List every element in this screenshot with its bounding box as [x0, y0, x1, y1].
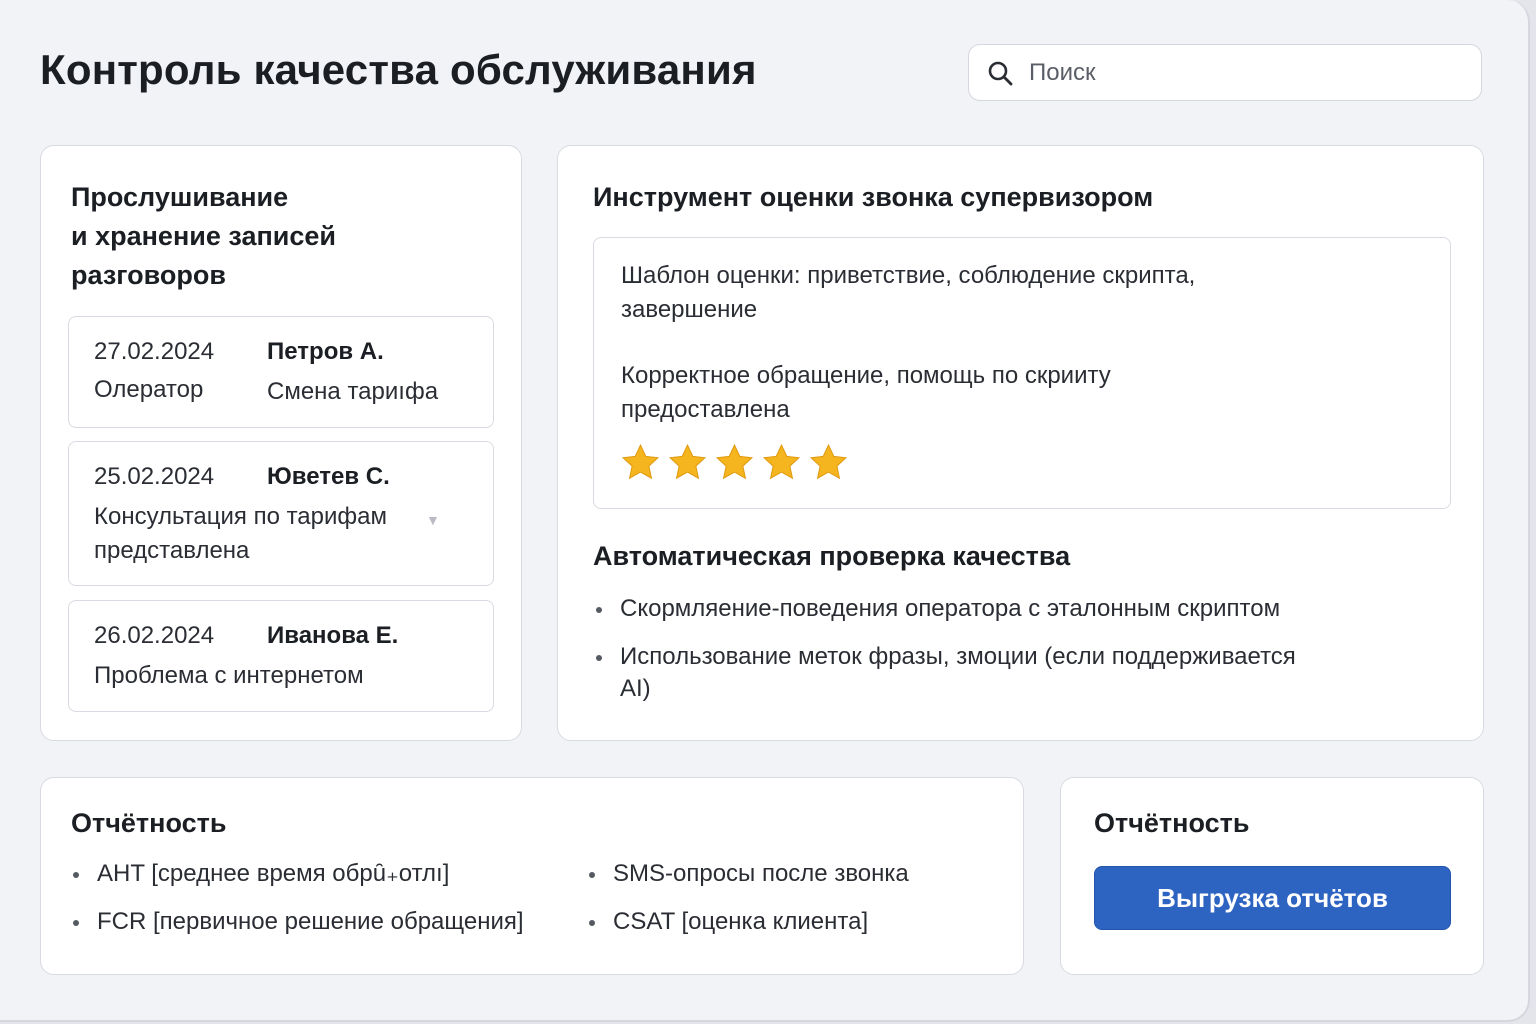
reporting-metrics-left: AHT [среднее время обрȗ₊отлı] FCR [перви… — [71, 858, 591, 938]
reporting-metric: FCR [первичное решение обращения] — [71, 906, 591, 938]
recordings-title-line: Прослушивание — [71, 182, 289, 212]
recording-description-line: Консультация по тарифам — [94, 503, 388, 530]
recording-topic: Смена тариıфа — [267, 378, 439, 405]
recording-description: Олератор — [94, 376, 204, 403]
caret-down-icon: ▼ — [426, 512, 440, 528]
recordings-title: Прослушивание и хранение записей разгово… — [71, 178, 336, 295]
star-icon[interactable] — [761, 442, 802, 483]
recording-operator-name: Петров А. — [267, 338, 384, 365]
recording-description: Консультация по тарифам представлена — [94, 500, 387, 568]
star-icon[interactable] — [667, 442, 708, 483]
search-icon — [988, 61, 1013, 85]
recording-description-line: представлена — [94, 537, 250, 564]
reporting-title: Отчётность — [71, 808, 227, 838]
recording-date: 27.02.2024 — [94, 338, 215, 365]
reporting-card: Отчётность AHT [среднее время обрȗ₊отлı]… — [40, 777, 1024, 975]
auto-check-list: Скормляение-поведения оператора с эталон… — [594, 593, 1414, 705]
reporting-metric: CSAT [оценка клиента] — [587, 906, 1007, 938]
reporting-metrics-right: SMS-опросы после звонка CSAT [оценка кли… — [587, 858, 1007, 938]
recording-operator-name: Юветев С. — [267, 463, 390, 490]
export-title: Отчётность — [1094, 808, 1250, 838]
reporting-metric: SMS-опросы после звонка — [587, 858, 1007, 890]
recording-date: 25.02.2024 — [94, 463, 215, 490]
export-card: Отчётность Выгрузка отчётов — [1060, 777, 1484, 975]
recordings-card: Прослушивание и хранение записей разгово… — [40, 145, 522, 741]
auto-check-title: Автоматическая проверка качества — [593, 541, 1071, 571]
evaluation-form: Шаблон оценки: приветствие, соблюдение с… — [593, 237, 1451, 509]
evaluation-template-line: завершение — [621, 296, 758, 323]
evaluation-comment-line: Корректное обращение, помощь по скрииту — [621, 362, 1111, 389]
star-icon[interactable] — [808, 442, 849, 483]
recording-operator-name: Иванова Е. — [267, 622, 399, 649]
evaluation-comment-line: предоставлена — [621, 396, 790, 423]
evaluation-template-line: Шаблон оценки: приветствие, соблюдение с… — [621, 262, 1196, 289]
recording-description: Проблема с интернетом — [94, 662, 364, 689]
recording-item[interactable]: 26.02.2024 Иванова Е. Проблема с интерне… — [68, 600, 494, 712]
evaluation-card: Инструмент оценки звонка супервизором Ша… — [557, 145, 1484, 741]
recordings-title-line: и хранение записей — [71, 221, 336, 251]
auto-check-item: Скормляение-поведения оператора с эталон… — [594, 593, 1414, 625]
star-icon[interactable] — [714, 442, 755, 483]
star-rating[interactable] — [620, 442, 849, 483]
auto-check-item: Использование меток фразы, змоции (если … — [594, 641, 1414, 705]
recordings-title-line: разговоров — [71, 260, 226, 290]
app-window: Контроль качества обслуживания Прослушив… — [0, 0, 1530, 1022]
star-icon[interactable] — [620, 442, 661, 483]
search-box[interactable] — [968, 44, 1482, 101]
search-input[interactable] — [1027, 57, 1451, 88]
auto-check-item-line: Использование меток фразы, змоции (если … — [620, 643, 1296, 670]
evaluation-template: Шаблон оценки: приветствие, соблюдение с… — [621, 259, 1401, 327]
reporting-metric: AHT [среднее время обрȗ₊отлı] — [71, 858, 591, 890]
auto-check-item-line: AI) — [620, 675, 651, 702]
recording-item[interactable]: 27.02.2024 Петров А. Олератор Смена тари… — [68, 316, 494, 428]
recording-item[interactable]: 25.02.2024 Юветев С. Консультация по тар… — [68, 441, 494, 586]
export-reports-button[interactable]: Выгрузка отчётов — [1094, 866, 1451, 930]
evaluation-title: Инструмент оценки звонка супервизором — [593, 182, 1154, 212]
page-title: Контроль качества обслуживания — [40, 46, 757, 93]
recording-date: 26.02.2024 — [94, 622, 215, 649]
evaluation-comment: Корректное обращение, помощь по скрииту … — [621, 359, 1401, 427]
